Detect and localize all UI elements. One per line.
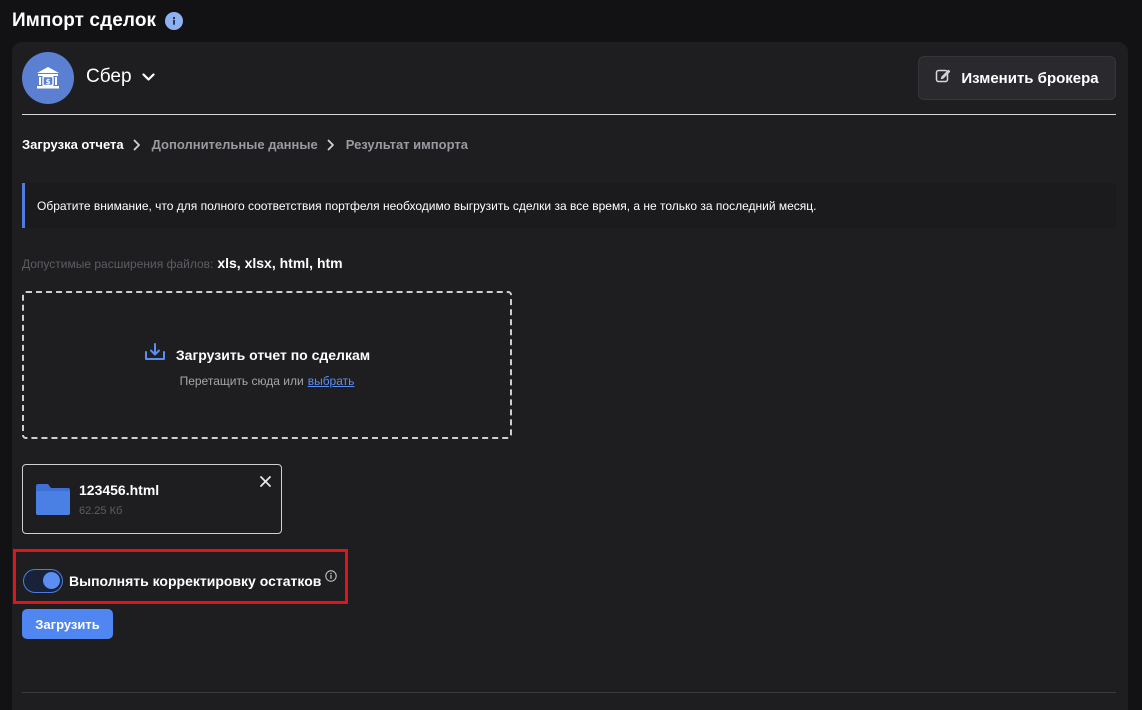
footer-divider <box>22 692 1116 693</box>
step-import-result[interactable]: Результат импорта <box>346 137 468 152</box>
broker-selector[interactable]: Сбер <box>86 66 156 88</box>
notice-text: Обратите внимание, что для полного соотв… <box>37 198 817 213</box>
notice-banner: Обратите внимание, что для полного соотв… <box>22 183 1116 228</box>
info-icon[interactable] <box>165 12 184 30</box>
info-icon[interactable] <box>325 569 338 582</box>
bank-icon: $ <box>22 52 74 104</box>
adjust-balances-toggle[interactable] <box>23 569 63 593</box>
import-steps: Загрузка отчета Дополнительные данные Ре… <box>22 137 468 152</box>
extensions-label: Допустимые расширения файлов: <box>22 257 214 271</box>
extensions-value: xls, xlsx, html, htm <box>217 255 343 271</box>
dropzone-title-row: Загрузить отчет по сделкам <box>144 342 370 367</box>
change-broker-label: Изменить брокера <box>961 69 1099 87</box>
page-title: Импорт сделок <box>12 10 157 31</box>
toggle-knob <box>43 572 60 589</box>
dropzone-hint: Перетащить сюда или <box>179 374 304 388</box>
uploaded-file-card: 123456.html 62.25 Кб <box>22 464 282 534</box>
file-name: 123456.html <box>79 482 160 498</box>
adjust-balances-row: Выполнять корректировку остатков <box>23 569 338 593</box>
header-divider <box>22 114 1116 115</box>
choose-file-link[interactable]: выбрать <box>308 374 355 388</box>
close-icon[interactable] <box>258 474 272 488</box>
upload-icon <box>144 342 166 367</box>
svg-text:$: $ <box>46 78 51 86</box>
import-page: Импорт сделок $ Сбер Изменить брокера За… <box>0 0 1142 710</box>
dropzone-title: Загрузить отчет по сделкам <box>175 346 371 363</box>
broker-row: $ Сбер Изменить брокера <box>22 52 1116 104</box>
chevron-right-icon <box>327 139 337 151</box>
step-upload-report[interactable]: Загрузка отчета <box>22 137 124 152</box>
chevron-down-icon <box>141 70 156 84</box>
upload-button[interactable]: Загрузить <box>22 609 113 639</box>
change-broker-button[interactable]: Изменить брокера <box>918 56 1116 100</box>
allowed-extensions: Допустимые расширения файлов: xls, xlsx,… <box>22 255 343 271</box>
adjust-balances-label: Выполнять корректировку остатков <box>69 573 322 589</box>
chevron-right-icon <box>133 139 143 151</box>
page-header: Импорт сделок <box>12 9 184 33</box>
broker-name: Сбер <box>86 66 132 87</box>
dropzone-hint-row: Перетащить сюда или выбрать <box>180 374 355 388</box>
file-size: 62.25 Кб <box>79 505 123 517</box>
file-dropzone[interactable]: Загрузить отчет по сделкам Перетащить сю… <box>22 291 512 439</box>
step-additional-data[interactable]: Дополнительные данные <box>152 137 318 152</box>
folder-icon <box>35 481 71 517</box>
import-card: $ Сбер Изменить брокера Загрузка отчета … <box>12 42 1128 710</box>
edit-icon <box>935 68 951 88</box>
